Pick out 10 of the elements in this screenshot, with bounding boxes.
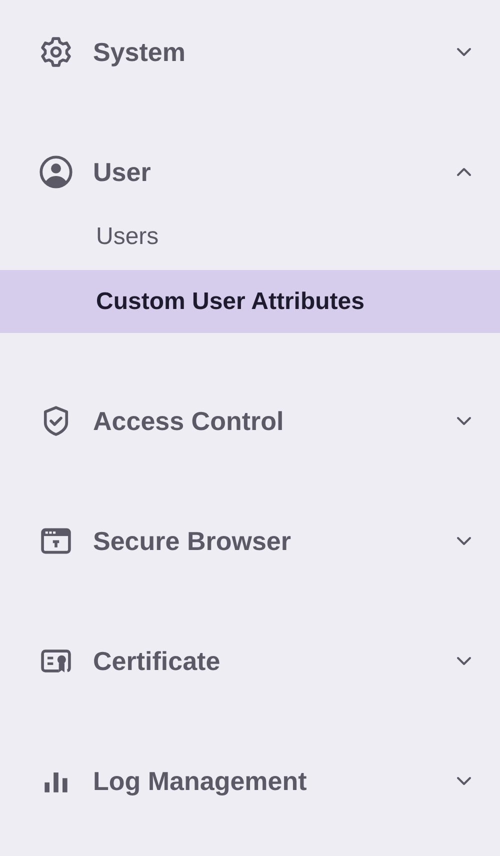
- section-header[interactable]: Secure Browser: [93, 526, 434, 556]
- section-header[interactable]: User: [93, 156, 434, 188]
- user-icon: [39, 155, 73, 189]
- section-header[interactable]: Log Management: [93, 766, 434, 796]
- section-header[interactable]: Certificate: [93, 646, 434, 676]
- settings-icon: [39, 35, 73, 69]
- section-header[interactable]: Access Control: [93, 406, 434, 436]
- submenu-item[interactable]: Users: [0, 204, 500, 270]
- section-header[interactable]: System: [93, 36, 434, 68]
- submenu-item[interactable]: Custom User Attributes: [0, 270, 500, 333]
